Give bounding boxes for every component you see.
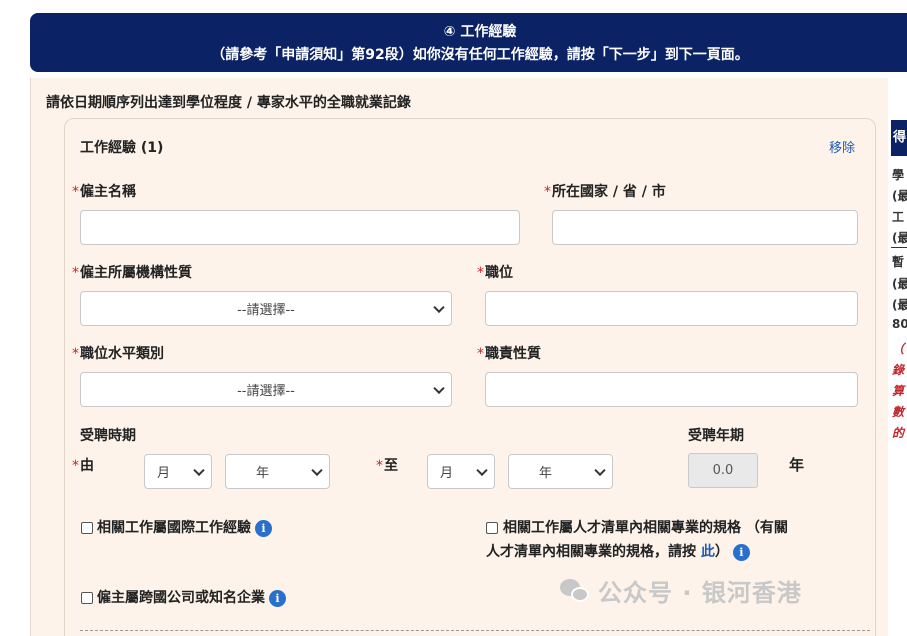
- required-mark: *: [72, 184, 79, 200]
- sidebar-line: (最: [892, 231, 907, 245]
- talent-list-label-line1: 相關工作屬人才清單內相關專業的規格 （有關: [503, 520, 788, 536]
- chevron-down-icon: [594, 464, 606, 476]
- chevron-down-icon: [433, 301, 445, 313]
- position-level-value: --請選擇--: [237, 384, 295, 399]
- watermark: 公众号 · 银河香港: [560, 573, 802, 608]
- employer-name-label: *僱主名稱: [72, 184, 136, 200]
- sidebar-note: 的: [892, 426, 905, 440]
- info-icon[interactable]: i: [269, 589, 286, 607]
- talent-list-label-line2: 人才清單內相關專業的規格，請按 此） i: [486, 540, 750, 564]
- sidebar-line: 80: [892, 317, 907, 331]
- watermark-text: 公众号 · 银河香港: [598, 579, 802, 607]
- talent-list-checkbox[interactable]: [486, 522, 498, 534]
- position-level-label: *職位水平類別: [72, 346, 164, 362]
- sidebar-line: (最: [892, 277, 907, 291]
- employment-period-label: 受聘時期: [80, 428, 136, 444]
- from-label: *由: [72, 458, 94, 474]
- sidebar-line: 學: [892, 168, 905, 182]
- to-label: *至: [376, 458, 398, 474]
- location-input[interactable]: [552, 210, 858, 245]
- section-title: ④ 工作經驗: [443, 24, 517, 40]
- employer-name-input[interactable]: [80, 210, 520, 245]
- sidebar-line: 暫: [892, 255, 905, 269]
- sidebar-line: 工: [892, 210, 905, 224]
- sidebar-note: 數: [892, 405, 905, 419]
- international-label: 相關工作屬國際工作經驗 i: [97, 516, 272, 540]
- to-year-select[interactable]: 年: [508, 454, 613, 489]
- years-label: 受聘年期: [688, 428, 744, 444]
- sidebar-note: （: [892, 342, 905, 356]
- position-level-select[interactable]: --請選擇--: [80, 372, 452, 407]
- duties-label: *職責性質: [477, 346, 541, 362]
- section-header: ④ 工作經驗 （請參考「申請須知」第92段）如你沒有任何工作經驗，請按「下一步」…: [30, 13, 907, 72]
- sidebar-line: (最: [892, 298, 907, 312]
- employer-type-select[interactable]: --請選擇--: [80, 291, 452, 326]
- info-icon[interactable]: i: [732, 543, 750, 561]
- sidebar-heading: 得: [891, 120, 907, 156]
- here-link[interactable]: 此: [701, 544, 715, 560]
- duties-input[interactable]: [485, 372, 858, 407]
- from-month-select[interactable]: 月: [144, 454, 212, 489]
- location-label: *所在國家 / 省 / 市: [544, 184, 666, 200]
- employer-type-value: --請選擇--: [237, 303, 295, 318]
- to-month-select[interactable]: 月: [427, 454, 495, 489]
- years-unit: 年: [789, 456, 805, 474]
- sidebar-line: (最: [892, 189, 907, 203]
- sidebar-note: 錄: [892, 363, 905, 377]
- multinational-checkbox[interactable]: [81, 592, 93, 604]
- multinational-label: 僱主屬跨國公司或知名企業 i: [97, 586, 286, 610]
- position-label: *職位: [477, 265, 513, 281]
- card-title: 工作經驗 (1): [80, 140, 164, 156]
- position-input[interactable]: [485, 291, 858, 326]
- years-value: 0.0: [688, 453, 758, 488]
- employer-type-label: *僱主所屬機構性質: [72, 265, 192, 281]
- divider: [80, 630, 870, 631]
- chevron-down-icon: [476, 464, 488, 476]
- chevron-down-icon: [433, 382, 445, 394]
- international-checkbox[interactable]: [81, 522, 93, 534]
- sidebar-divider: [891, 247, 907, 248]
- section-subtitle: （請參考「申請須知」第92段）如你沒有任何工作經驗，請按「下一步」到下一頁面。: [211, 47, 749, 63]
- wechat-icon: [560, 578, 590, 603]
- sidebar-note: 算: [892, 384, 905, 398]
- instruction-text: 請依日期順序列出達到學位程度 / 專家水平的全職就業記錄: [46, 95, 411, 111]
- info-icon[interactable]: i: [255, 519, 272, 537]
- remove-link[interactable]: 移除: [829, 137, 855, 156]
- from-year-select[interactable]: 年: [225, 454, 330, 489]
- chevron-down-icon: [311, 464, 323, 476]
- chevron-down-icon: [193, 464, 205, 476]
